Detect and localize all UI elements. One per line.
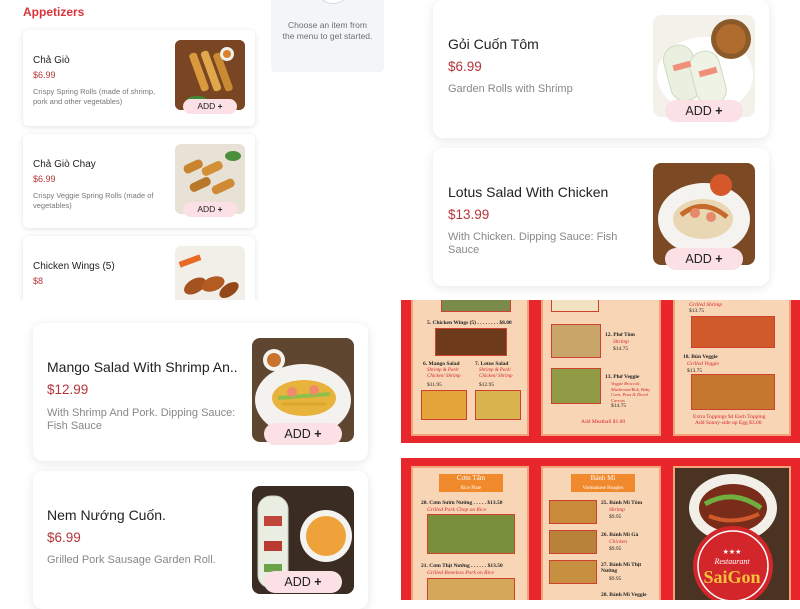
printed-menu-image-bottom: Cơm Tấm Rice Plate 20. Cơm Sườn Nướng . .… bbox=[401, 458, 800, 600]
food-photo bbox=[691, 316, 775, 348]
item-description: Garden Rolls with Shrimp bbox=[448, 83, 573, 95]
food-photo bbox=[551, 368, 601, 404]
item-name: Chả Giò bbox=[33, 55, 70, 66]
food-photo bbox=[691, 374, 775, 410]
section-title-appetizers: Appetizers bbox=[23, 5, 85, 19]
item-name: Chicken Wings (5) bbox=[33, 261, 115, 272]
menu-line: 26. Bánh Mì Gà bbox=[601, 532, 639, 538]
menu-cover-photo: ★★★ Restaurant SaiGon bbox=[673, 466, 791, 600]
menu-line: Shrimp & Pork/ Chicken/ Shrimp bbox=[479, 368, 513, 379]
menu-line: 28. Bánh Mì Veggie bbox=[601, 592, 647, 598]
menu-line: Add Meatball $1.00 bbox=[581, 419, 626, 425]
menu-item-card[interactable]: Mango Salad With Shrimp An... $12.99 Wit… bbox=[33, 323, 368, 461]
food-photo bbox=[421, 390, 467, 420]
menu-page: Grilled Shrimp $13.75 18. Bún Veggie Gri… bbox=[673, 300, 791, 436]
item-description: Crispy Spring Rolls (made of shrimp, por… bbox=[33, 87, 156, 106]
add-button[interactable]: ADD + bbox=[183, 202, 237, 217]
item-description: Grilled Pork Sausage Garden Roll. bbox=[47, 554, 216, 566]
menu-line: Shrimp & Pork/ Chicken/ Shrimp bbox=[427, 368, 461, 379]
menu-item-card[interactable]: Gỏi Cuốn Tôm $6.99 Garden Rolls with Shr… bbox=[433, 0, 769, 138]
item-name: Chả Giò Chay bbox=[33, 159, 96, 170]
menu-line: 7. Lotus Salad bbox=[475, 361, 509, 367]
food-photo bbox=[427, 514, 515, 554]
menu-page: 5. Chicken Wings (5) . . . . . . . . $8.… bbox=[411, 300, 529, 436]
empty-order-panel: Choose an item from the menu to get star… bbox=[271, 0, 384, 72]
add-button[interactable]: ADD + bbox=[264, 571, 342, 593]
menu-item-card[interactable]: Chả Giò $6.99 Crispy Spring Rolls (made … bbox=[23, 30, 255, 126]
menu-line: Shrimp bbox=[609, 507, 625, 513]
printed-menu-image-top: 5. Chicken Wings (5) . . . . . . . . $8.… bbox=[401, 300, 800, 443]
menu-item-card[interactable]: Nem Nướng Cuốn. $6.99 Grilled Pork Sausa… bbox=[33, 471, 368, 609]
menu-page: 12. Phở Tôm Shrimp $14.75 13. Phở Veggie… bbox=[541, 300, 661, 436]
item-price: $6.99 bbox=[33, 174, 56, 184]
item-price: $6.99 bbox=[448, 59, 482, 74]
add-button[interactable]: ADD + bbox=[665, 100, 743, 122]
menu-page: Cơm Tấm Rice Plate 20. Cơm Sườn Nướng . .… bbox=[411, 466, 529, 600]
food-photo bbox=[551, 324, 601, 358]
menu-line: $14.75 bbox=[613, 346, 629, 352]
logo-stars: ★★★ bbox=[722, 549, 742, 556]
food-photo bbox=[441, 300, 511, 312]
logo-subtitle: Restaurant bbox=[714, 557, 750, 566]
add-button[interactable]: ADD + bbox=[183, 99, 237, 114]
menu-banner: Cơm Tấm Rice Plate bbox=[439, 474, 503, 492]
item-name: Nem Nướng Cuốn. bbox=[47, 507, 166, 523]
menu-line: Grilled Veggie bbox=[687, 361, 719, 367]
menu-item-card[interactable]: Chả Giò Chay $6.99 Crispy Veggie Spring … bbox=[23, 134, 255, 228]
menu-line: $9.95 bbox=[609, 546, 622, 552]
menu-line: 13. Phở Veggie bbox=[605, 374, 640, 380]
menu-line: $11.95 bbox=[427, 382, 442, 388]
item-description: Crispy Veggie Spring Rolls (made of vege… bbox=[33, 191, 154, 210]
menu-line: 21. Cơm Thịt Nướng . . . . . . $13.50 bbox=[421, 563, 503, 569]
menu-line: Shrimp bbox=[613, 339, 629, 345]
item-description: With Shrimp And Pork. Dipping Sauce: Fis… bbox=[47, 407, 236, 432]
item-price: $13.99 bbox=[448, 207, 490, 222]
menu-line: 20. Cơm Sườn Nướng . . . . . $13.50 bbox=[421, 500, 503, 506]
menu-line: $13.75 bbox=[689, 308, 705, 314]
menu-line: $12.95 bbox=[479, 382, 495, 388]
item-price: $8 bbox=[33, 276, 44, 286]
item-description: With Chicken. Dipping Sauce: Fish Sauce bbox=[448, 231, 618, 256]
menu-line: 25. Bánh Mì Tôm bbox=[601, 500, 643, 506]
add-button[interactable]: ADD + bbox=[264, 423, 342, 445]
menu-line: Veggie Broccoli, Mushroom/Bok, Baby Corn… bbox=[611, 381, 651, 403]
menu-line: $9.95 bbox=[609, 576, 622, 582]
empty-cart-icon bbox=[315, 0, 351, 4]
menu-line: 27. Bánh Mì Thịt Nướng bbox=[601, 562, 642, 574]
item-name: Lotus Salad With Chicken bbox=[448, 184, 609, 200]
menu-line: Grilled Boneless Pork on Rice bbox=[427, 570, 494, 576]
menu-banner: Bánh Mì Vietnamese Hoagies bbox=[571, 474, 635, 492]
item-name: Gỏi Cuốn Tôm bbox=[448, 36, 539, 52]
menu-line: $9.95 bbox=[609, 514, 622, 520]
item-name: Mango Salad With Shrimp An... bbox=[47, 359, 237, 375]
food-photo bbox=[549, 560, 597, 584]
logo-title: SaiGon bbox=[703, 567, 761, 587]
item-price: $12.99 bbox=[47, 382, 89, 397]
item-photo bbox=[175, 246, 245, 300]
food-photo bbox=[549, 500, 597, 524]
menu-line: 5. Chicken Wings (5) . . . . . . . . $8.… bbox=[427, 320, 512, 326]
menu-line: $14.75 bbox=[611, 403, 627, 409]
empty-panel-message: Choose an item from the menu to get star… bbox=[282, 20, 373, 41]
item-price: $6.99 bbox=[47, 530, 81, 545]
food-photo bbox=[551, 300, 599, 312]
add-button[interactable]: ADD + bbox=[665, 248, 743, 270]
menu-item-card[interactable]: Lotus Salad With Chicken $13.99 With Chi… bbox=[433, 148, 769, 286]
menu-line: Grilled Pork Chop on Rice bbox=[427, 507, 487, 513]
food-photo bbox=[435, 328, 507, 356]
menu-line: 6. Mango Salad bbox=[423, 361, 460, 367]
menu-item-card[interactable]: Chicken Wings (5) $8 bbox=[23, 236, 255, 300]
menu-line: 18. Bún Veggie bbox=[683, 354, 718, 360]
appetizers-panel: Appetizers Chả Giò $6.99 Crispy Spring R… bbox=[0, 0, 270, 300]
menu-line: Add Sunny-side up Egg $3.00 bbox=[695, 420, 762, 426]
menu-line: 12. Phở Tôm bbox=[605, 332, 635, 338]
food-photo bbox=[475, 390, 521, 420]
food-photo bbox=[427, 578, 515, 600]
menu-line: Chicken bbox=[609, 539, 628, 545]
food-photo bbox=[549, 530, 597, 554]
menu-page: Bánh Mì Vietnamese Hoagies 25. Bánh Mì Tô… bbox=[541, 466, 661, 600]
item-price: $6.99 bbox=[33, 70, 56, 80]
